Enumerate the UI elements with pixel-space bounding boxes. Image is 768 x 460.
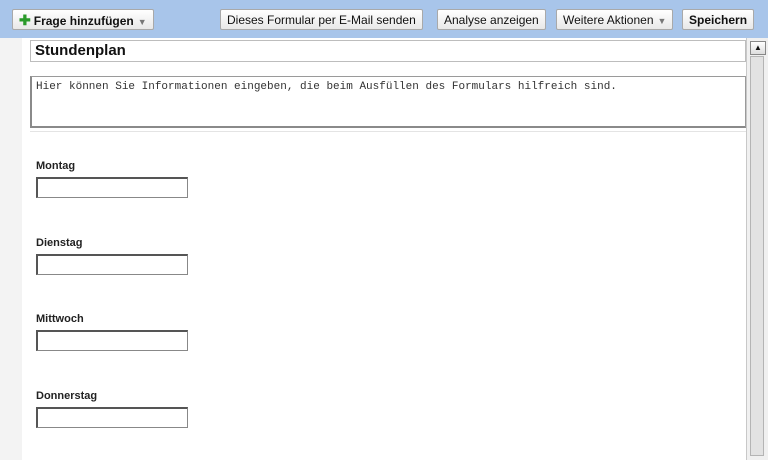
add-question-button[interactable]: ✚ Frage hinzufügen ▼ [12, 9, 154, 30]
scroll-up-icon[interactable]: ▲ [750, 41, 766, 55]
thursday-answer-field[interactable] [36, 407, 188, 428]
divider [30, 131, 746, 132]
left-margin [0, 38, 23, 460]
plus-icon: ✚ [19, 12, 31, 28]
save-button[interactable]: Speichern [682, 9, 755, 30]
form-editor: Stundenplan Hier können Sie Informatione… [22, 38, 746, 460]
scrollbar-thumb[interactable] [750, 56, 764, 456]
form-description-input[interactable]: Hier können Sie Informationen eingeben, … [30, 76, 746, 128]
more-actions-label: Weitere Aktionen [563, 13, 654, 27]
form-title-input[interactable]: Stundenplan [30, 40, 746, 62]
send-email-button[interactable]: Dieses Formular per E-Mail senden [220, 9, 423, 30]
show-analysis-button[interactable]: Analyse anzeigen [437, 9, 546, 30]
tuesday-answer-field[interactable] [36, 254, 188, 275]
chevron-down-icon: ▼ [657, 16, 667, 26]
question-label-monday: Montag [36, 160, 76, 172]
question-label-wednesday: Mittwoch [36, 313, 84, 325]
question-label-tuesday: Dienstag [36, 237, 83, 249]
vertical-scrollbar[interactable]: ▲ [746, 38, 768, 460]
wednesday-answer-field[interactable] [36, 330, 188, 351]
toolbar: ✚ Frage hinzufügen ▼ Dieses Formular per E… [0, 0, 768, 39]
more-actions-button[interactable]: Weitere Aktionen ▼ [556, 9, 674, 30]
monday-answer-field[interactable] [36, 177, 188, 198]
question-label-thursday: Donnerstag [36, 390, 98, 402]
chevron-down-icon: ▼ [137, 17, 147, 27]
add-question-label: Frage hinzufügen [33, 14, 134, 28]
